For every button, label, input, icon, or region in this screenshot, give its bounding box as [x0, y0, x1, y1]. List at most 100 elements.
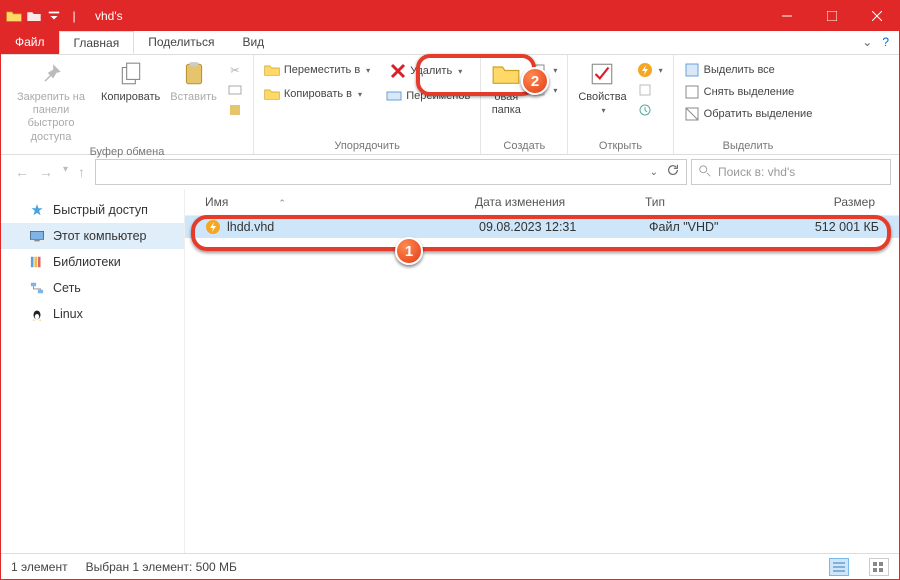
column-headers: Имя⌃ Дата изменения Тип Размер	[185, 189, 899, 216]
tab-home[interactable]: Главная	[59, 31, 135, 54]
properties-icon[interactable]	[25, 7, 43, 25]
file-list-pane: Имя⌃ Дата изменения Тип Размер lhdd.vhd …	[185, 189, 899, 553]
tab-share[interactable]: Поделиться	[134, 31, 228, 54]
delete-button[interactable]: Удалить ▾	[382, 61, 474, 81]
sidebar-item-this-pc[interactable]: Этот компьютер	[1, 223, 184, 249]
window-controls	[764, 1, 899, 31]
back-button[interactable]: ←	[15, 164, 29, 180]
select-none-icon	[684, 84, 700, 100]
move-to-button[interactable]: Переместить в▾	[260, 61, 374, 79]
ribbon-group-open: Свойства ▾ ▾ Открыть	[568, 55, 673, 154]
select-all-button[interactable]: Выделить все	[680, 61, 817, 79]
copy-icon	[116, 59, 146, 89]
rename-icon	[386, 88, 402, 104]
paste-shortcut-button[interactable]	[223, 101, 247, 119]
new-folder-label: оваяпапка	[492, 91, 521, 117]
invert-selection-button[interactable]: Обратить выделение	[680, 105, 817, 123]
sidebar-label: Сеть	[53, 281, 81, 295]
up-button[interactable]: ↑	[78, 164, 85, 180]
copy-label: Копировать	[101, 91, 160, 104]
title-bar: | vhd's	[1, 1, 899, 31]
search-box[interactable]: Поиск в: vhd's	[691, 159, 891, 185]
address-bar[interactable]: ⌄	[95, 159, 687, 185]
select-group-label: Выделить	[680, 140, 817, 154]
ribbon-group-organize: Переместить в▾ Копировать в▾ Удалить ▾ Пе…	[254, 55, 481, 154]
pin-quickaccess-button[interactable]: Закрепить на панели быстрого доступа	[7, 57, 95, 146]
nav-address-row: ← → ▾ ↑ ⌄ Поиск в: vhd's	[1, 155, 899, 189]
recent-dropdown[interactable]: ▾	[63, 164, 68, 180]
annotation-badge-1: 1	[395, 237, 423, 265]
ribbon-tabs: Файл Главная Поделиться Вид ⌄ ?	[1, 31, 899, 55]
search-icon	[698, 164, 712, 181]
sidebar-label: Этот компьютер	[53, 229, 146, 243]
col-name[interactable]: Имя⌃	[205, 195, 475, 209]
file-date: 09.08.2023 12:31	[479, 220, 649, 234]
paste-icon	[179, 59, 209, 89]
tab-view[interactable]: Вид	[228, 31, 278, 54]
file-row[interactable]: lhdd.vhd 09.08.2023 12:31 Файл "VHD" 512…	[185, 216, 899, 238]
minimize-button[interactable]	[764, 1, 809, 31]
help-icon[interactable]: ?	[882, 35, 889, 49]
libraries-icon	[29, 254, 45, 270]
cut-button[interactable]: ✂	[223, 61, 247, 79]
new-folder-button[interactable]: оваяпапка	[487, 57, 525, 119]
col-date[interactable]: Дата изменения	[475, 195, 645, 209]
delete-label: Удалить	[410, 65, 452, 77]
body-split: Быстрый доступ Этот компьютер Библиотеки…	[1, 189, 899, 553]
address-dropdown-icon[interactable]: ⌄	[650, 167, 658, 178]
col-size[interactable]: Размер	[785, 195, 895, 209]
new-folder-icon	[491, 59, 521, 89]
pin-icon	[36, 59, 66, 89]
status-selection: Выбран 1 элемент: 500 МБ	[86, 560, 237, 574]
qat-dropdown-icon[interactable]	[45, 7, 63, 25]
forward-button[interactable]: →	[39, 164, 53, 180]
view-details-button[interactable]	[829, 558, 849, 576]
open-button[interactable]: ▾	[633, 61, 667, 79]
sidebar-item-quick-access[interactable]: Быстрый доступ	[1, 197, 184, 223]
view-icons-button[interactable]	[869, 558, 889, 576]
refresh-icon[interactable]	[666, 163, 680, 182]
search-placeholder: Поиск в: vhd's	[718, 165, 795, 179]
edit-button[interactable]	[633, 81, 667, 99]
shortcut-icon	[227, 102, 243, 118]
sidebar-item-network[interactable]: Сеть	[1, 275, 184, 301]
history-button[interactable]	[633, 101, 667, 119]
col-type[interactable]: Тип	[645, 195, 785, 209]
rename-button[interactable]: Переименов	[382, 87, 474, 105]
copy-path-button[interactable]	[223, 81, 247, 99]
copy-button[interactable]: Копировать	[97, 57, 164, 106]
folder-icon	[5, 7, 23, 25]
close-button[interactable]	[854, 1, 899, 31]
sidebar-label: Библиотеки	[53, 255, 121, 269]
properties-button[interactable]: Свойства ▾	[574, 57, 630, 118]
ribbon-help: ⌄ ?	[862, 35, 889, 49]
sidebar-item-linux[interactable]: Linux	[1, 301, 184, 327]
tab-file[interactable]: Файл	[1, 31, 59, 54]
ribbon-group-select: Выделить все Снять выделение Обратить вы…	[674, 55, 823, 154]
paste-label: Вставить	[170, 91, 217, 104]
caret-icon: ▾	[366, 66, 370, 75]
select-all-icon	[684, 62, 700, 78]
file-type: Файл "VHD"	[649, 220, 789, 234]
chevron-down-icon[interactable]: ⌄	[862, 35, 872, 49]
maximize-button[interactable]	[809, 1, 854, 31]
sidebar-item-libraries[interactable]: Библиотеки	[1, 249, 184, 275]
network-icon	[29, 280, 45, 296]
edit-icon	[637, 82, 653, 98]
properties-checkmark-icon	[587, 59, 617, 89]
folder-copy-icon	[264, 86, 280, 102]
paste-button[interactable]: Вставить	[166, 57, 221, 106]
sidebar-label: Быстрый доступ	[53, 203, 148, 217]
invert-icon	[684, 106, 700, 122]
scissors-icon: ✂	[227, 62, 243, 78]
new-group-label: Создать	[487, 140, 561, 154]
annotation-badge-2: 2	[521, 67, 549, 95]
caret-icon: ▾	[458, 67, 462, 76]
copy-to-button[interactable]: Копировать в▾	[260, 85, 374, 103]
nav-sidebar: Быстрый доступ Этот компьютер Библиотеки…	[1, 189, 185, 553]
select-none-button[interactable]: Снять выделение	[680, 83, 817, 101]
caret-icon: ▾	[601, 106, 605, 116]
history-icon	[637, 102, 653, 118]
star-icon	[29, 202, 45, 218]
path-icon	[227, 82, 243, 98]
